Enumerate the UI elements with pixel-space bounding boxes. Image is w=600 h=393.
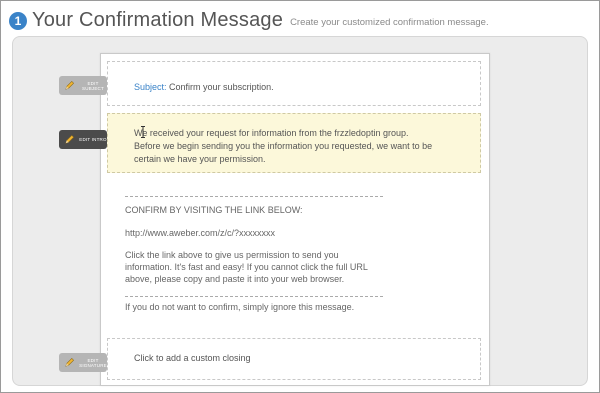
confirm-heading: CONFIRM BY VISITING THE LINK BELOW: — [125, 205, 303, 215]
intro-text[interactable]: We received your request for information… — [134, 127, 434, 166]
section-header: 1 Your Confirmation Message Create your … — [9, 7, 489, 33]
edit-subject-button[interactable]: EDIT SUBJECT — [59, 76, 107, 95]
confirmation-body: CONFIRM BY VISITING THE LINK BELOW: http… — [125, 196, 383, 314]
ignore-text: If you do not want to confirm, simply ig… — [125, 302, 355, 312]
page-title: Your Confirmation Message — [32, 8, 284, 31]
subject-line[interactable]: Subject: Confirm your subscription. — [134, 82, 274, 92]
pencil-icon — [65, 357, 75, 367]
step-number-badge: 1 — [9, 11, 27, 30]
text-cursor-icon — [141, 126, 145, 138]
pencil-icon — [65, 80, 75, 90]
divider-top — [125, 196, 383, 197]
page-subtitle: Create your customized confirmation mess… — [290, 16, 489, 28]
edit-signature-label: EDIT SIGNATURE — [79, 357, 107, 368]
edit-intro-button[interactable]: EDIT INTRO — [59, 130, 107, 149]
divider-bottom — [125, 296, 383, 297]
subject-value: Confirm your subscription. — [169, 82, 274, 92]
pencil-icon — [65, 134, 75, 144]
confirm-instructions: Click the link above to give us permissi… — [125, 250, 368, 284]
subject-label: Subject: — [134, 82, 167, 92]
closing-placeholder[interactable]: Click to add a custom closing — [134, 353, 251, 363]
edit-signature-button[interactable]: EDIT SIGNATURE — [59, 353, 107, 372]
edit-subject-label: EDIT SUBJECT — [82, 80, 104, 91]
edit-intro-label: EDIT INTRO — [79, 137, 107, 142]
confirm-url: http://www.aweber.com/z/c/?xxxxxxxx — [125, 228, 276, 238]
